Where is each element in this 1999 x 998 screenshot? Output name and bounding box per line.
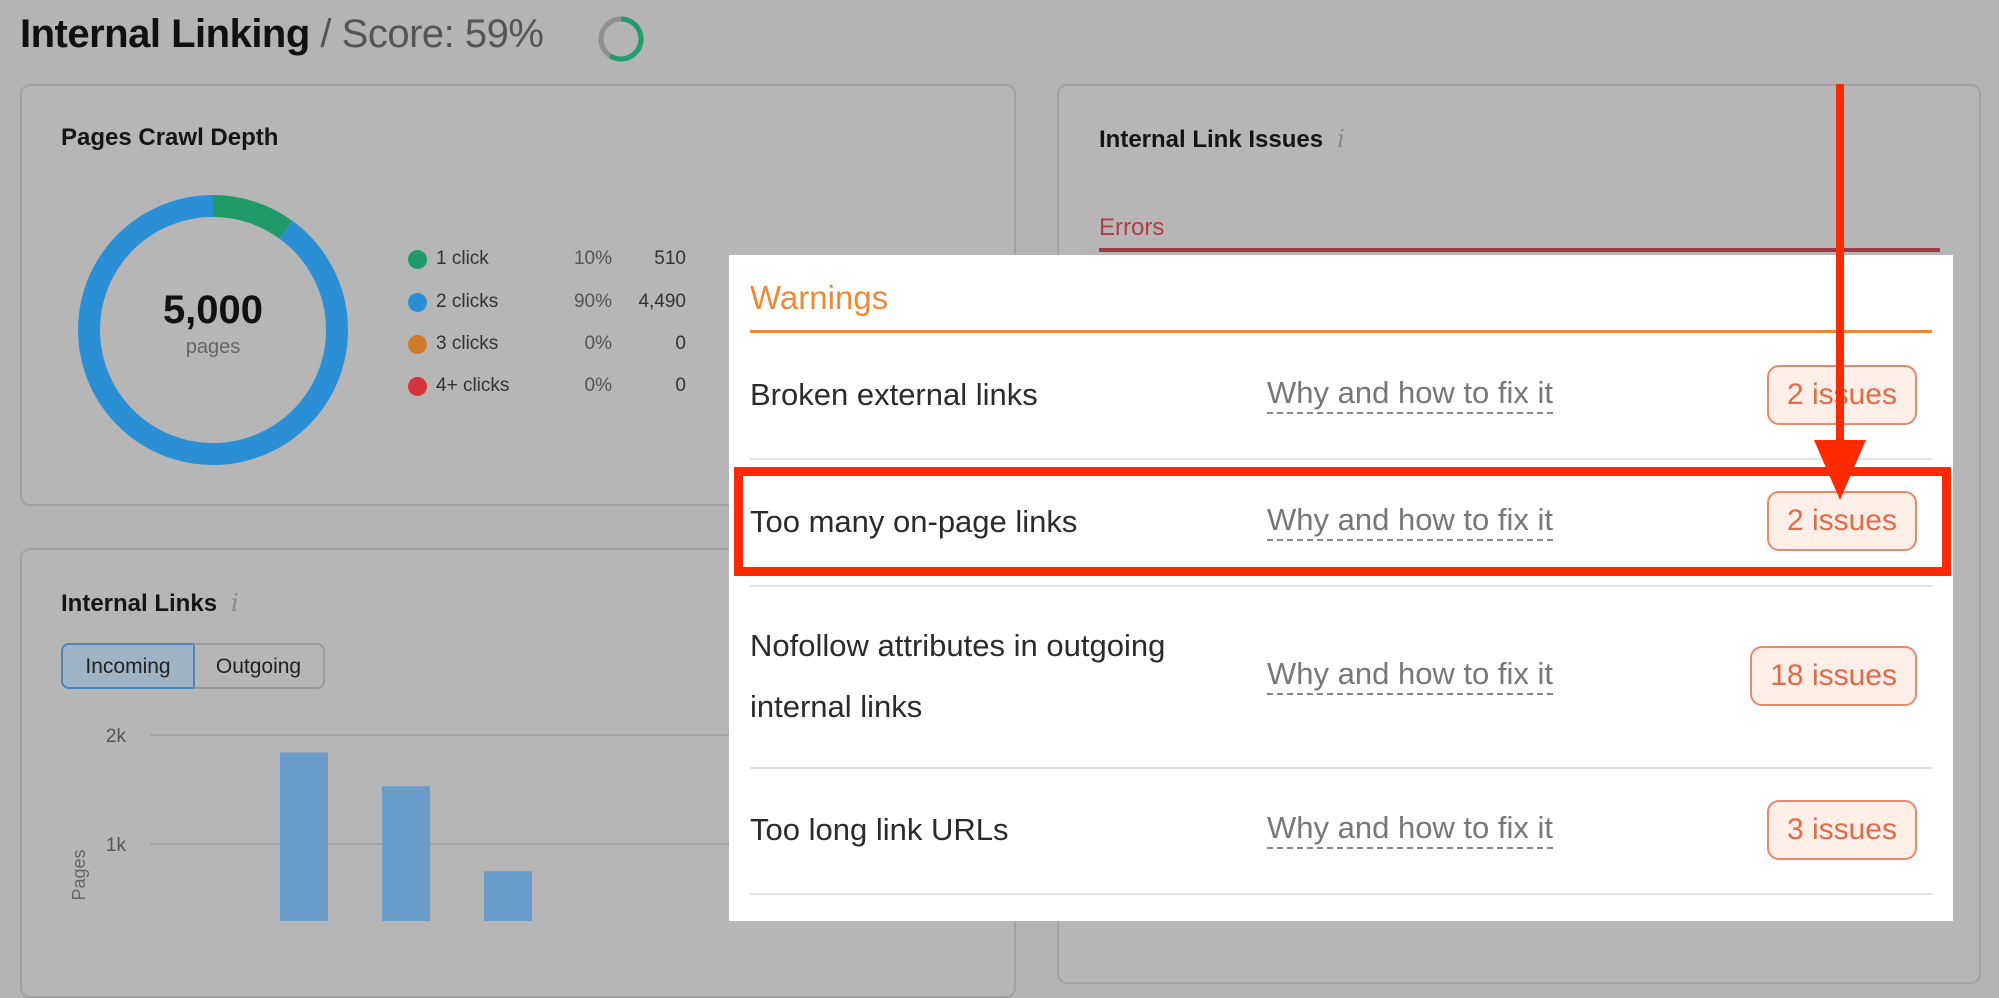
warnings-panel: Warnings Broken external links Why and h… xyxy=(729,255,1953,921)
warning-label: Broken external links xyxy=(750,377,1038,412)
tab-incoming[interactable]: Incoming xyxy=(61,643,195,689)
legend-label: 4+ clicks xyxy=(436,375,510,396)
highlight-box xyxy=(734,467,1951,576)
fix-link[interactable]: Why and how to fix it xyxy=(1267,809,1554,849)
legend-value: 0 xyxy=(675,333,686,354)
legend-value: 510 xyxy=(654,248,686,269)
y-tick-label: 1k xyxy=(106,835,127,856)
legend-item: 4+ clicks 0% 0 xyxy=(408,371,698,401)
warnings-title: Warnings xyxy=(750,279,889,316)
legend-dot xyxy=(408,293,427,312)
legend-percent: 0% xyxy=(584,333,612,354)
info-icon[interactable]: i xyxy=(231,589,239,617)
legend-percent: 0% xyxy=(584,375,612,396)
internal-links-chart: 1k 2k Pages xyxy=(69,726,740,921)
issues-badge[interactable]: 3 issues xyxy=(1766,800,1917,860)
info-icon[interactable]: i xyxy=(1337,125,1345,153)
legend-label: 1 click xyxy=(436,248,489,269)
y-axis-label: Pages xyxy=(69,849,89,900)
legend-label: 3 clicks xyxy=(436,333,499,354)
score-label: / Score: 59% xyxy=(320,12,544,56)
fix-link[interactable]: Why and how to fix it xyxy=(1267,655,1554,695)
issues-badge[interactable]: 18 issues xyxy=(1750,646,1917,706)
legend-dot xyxy=(408,250,427,269)
y-tick-label: 2k xyxy=(106,726,127,747)
warning-label-line2: internal links xyxy=(750,689,923,724)
legend-dot xyxy=(408,377,427,396)
donut-total: 5,000 xyxy=(162,288,264,332)
legend-value: 0 xyxy=(675,375,686,396)
bar[interactable] xyxy=(382,786,430,921)
legend-dot xyxy=(408,335,427,354)
legend-item: 1 click 10% 510 xyxy=(408,244,698,274)
row-divider xyxy=(750,585,1932,587)
row-divider xyxy=(750,893,1932,895)
legend-value: 4,490 xyxy=(638,291,686,312)
crawl-depth-title: Pages Crawl Depth xyxy=(61,124,279,151)
page-title-text: Internal Linking xyxy=(20,12,310,56)
arrow-down-icon xyxy=(1814,84,1866,500)
internal-links-title-text: Internal Links xyxy=(61,590,218,617)
warning-label: Too long link URLs xyxy=(750,812,1009,847)
fix-link[interactable]: Why and how to fix it xyxy=(1267,374,1554,414)
legend-percent: 10% xyxy=(573,248,612,269)
legend-percent: 90% xyxy=(573,291,612,312)
warnings-underline xyxy=(750,330,1932,333)
donut-unit: pages xyxy=(185,336,241,358)
issues-title-text: Internal Link Issues xyxy=(1099,126,1324,153)
legend-item: 2 clicks 90% 4,490 xyxy=(408,287,698,317)
row-divider xyxy=(750,458,1932,460)
warning-label: Nofollow attributes in outgoing xyxy=(750,628,1166,663)
internal-links-title: Internal Links i xyxy=(61,589,239,618)
errors-tab[interactable]: Errors xyxy=(1099,214,1164,242)
bar[interactable] xyxy=(484,871,532,921)
score-ring-icon xyxy=(598,16,644,62)
page-title: Internal Linking / Score: 59% xyxy=(20,12,544,57)
legend-item: 3 clicks 0% 0 xyxy=(408,329,698,359)
issues-title: Internal Link Issues i xyxy=(1099,125,1345,154)
tab-outgoing[interactable]: Outgoing xyxy=(194,643,325,689)
row-divider xyxy=(750,767,1932,769)
legend-label: 2 clicks xyxy=(436,291,499,312)
donut-segment-1 xyxy=(212,195,293,239)
bar[interactable] xyxy=(280,752,328,921)
